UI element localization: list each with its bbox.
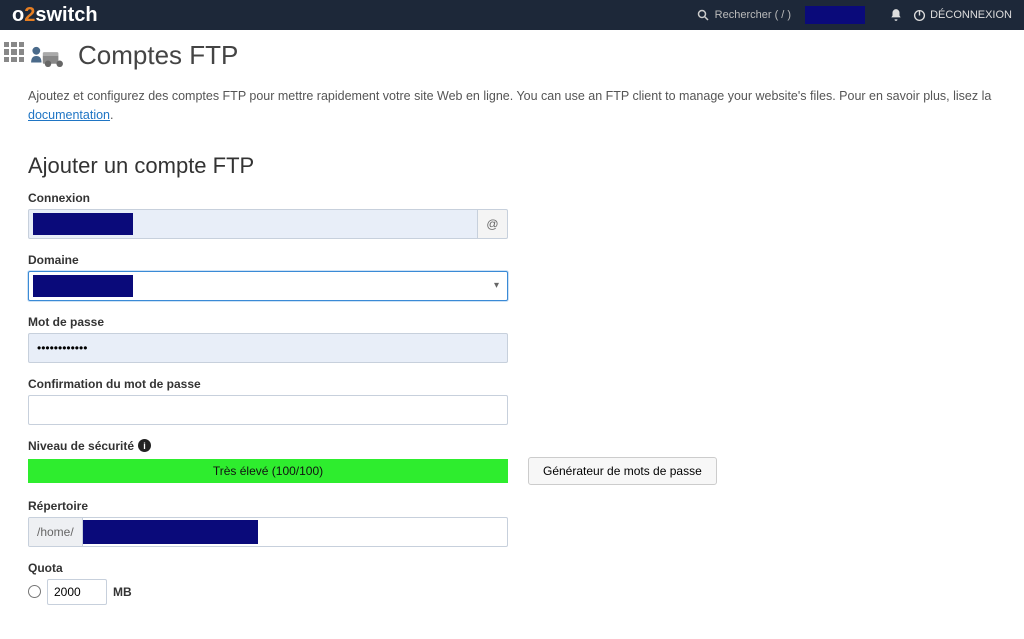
page-title: Comptes FTP [28, 40, 1024, 71]
directory-input[interactable] [83, 518, 507, 546]
top-bar: o2switch Rechercher ( / ) DÉCONNEXION [0, 0, 1024, 30]
page-title-text: Comptes FTP [78, 40, 238, 71]
search-icon [697, 9, 709, 21]
logout-label: DÉCONNEXION [930, 9, 1012, 21]
info-icon[interactable]: i [138, 439, 151, 452]
ftp-accounts-icon [28, 43, 68, 69]
strength-meter: Très élevé (100/100) [28, 459, 508, 483]
top-search[interactable]: Rechercher ( / ) [697, 9, 791, 21]
login-input[interactable] [28, 209, 478, 239]
password-input[interactable] [28, 333, 508, 363]
brand-logo: o2switch [12, 4, 98, 27]
domain-select[interactable]: ▾ [28, 271, 508, 301]
brand-switch: switch [35, 4, 97, 27]
quota-value-input[interactable] [47, 579, 107, 605]
logout-button[interactable]: DÉCONNEXION [913, 9, 1012, 22]
directory-value-redacted [83, 520, 258, 544]
directory-input-group[interactable]: /home/ [28, 517, 508, 547]
domain-value-redacted [33, 275, 133, 297]
documentation-link[interactable]: documentation [28, 108, 110, 122]
user-account-block[interactable] [805, 6, 865, 24]
domain-label: Domaine [28, 253, 1024, 267]
directory-label: Répertoire [28, 499, 1024, 513]
intro-text: Ajoutez et configurez des comptes FTP po… [28, 87, 1024, 125]
quota-label: Quota [28, 561, 1024, 575]
apps-menu-button[interactable] [0, 30, 28, 639]
search-placeholder: Rechercher ( / ) [715, 9, 791, 21]
directory-prefix: /home/ [29, 518, 83, 546]
brand-2: 2 [24, 4, 35, 27]
at-symbol-addon: @ [478, 209, 508, 239]
quota-unit: MB [113, 585, 132, 599]
password-generator-button[interactable]: Générateur de mots de passe [528, 457, 717, 485]
chevron-down-icon: ▾ [494, 280, 499, 291]
brand-o: o [12, 4, 24, 27]
strength-bar-text: Très élevé (100/100) [28, 459, 508, 483]
bell-icon[interactable] [889, 8, 903, 22]
login-label: Connexion [28, 191, 1024, 205]
login-value-redacted [33, 213, 133, 235]
confirm-password-label: Confirmation du mot de passe [28, 377, 1024, 391]
strength-label: Niveau de sécurité i [28, 439, 1024, 453]
password-label: Mot de passe [28, 315, 1024, 329]
logout-icon [913, 9, 926, 22]
quota-limited-radio[interactable] [28, 585, 41, 598]
confirm-password-input[interactable] [28, 395, 508, 425]
add-account-heading: Ajouter un compte FTP [28, 153, 1024, 179]
apps-grid-icon [4, 42, 24, 62]
